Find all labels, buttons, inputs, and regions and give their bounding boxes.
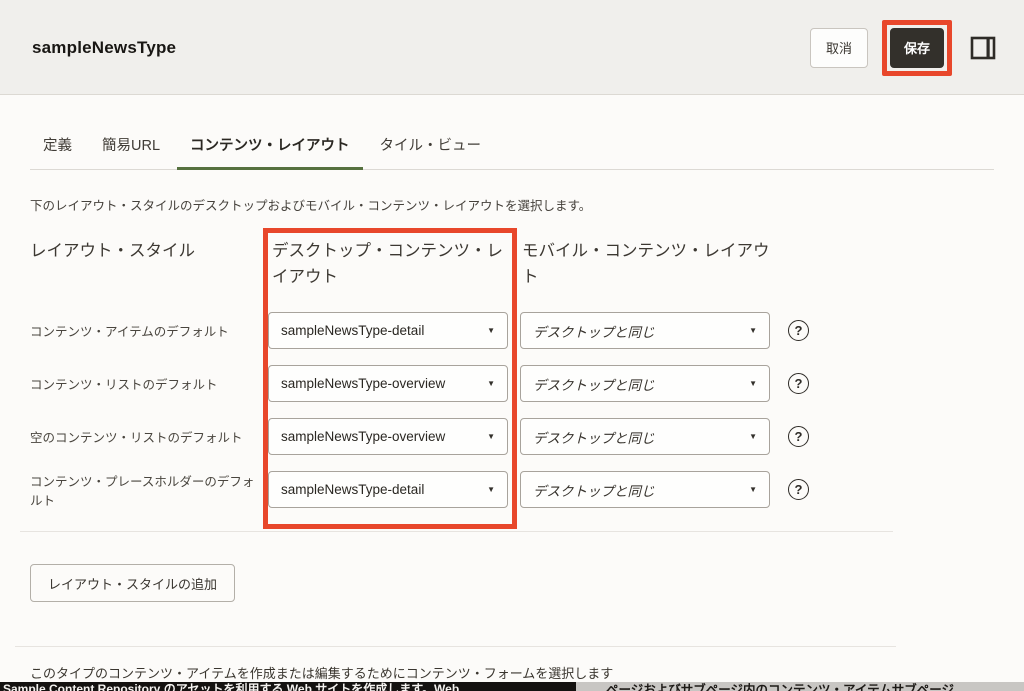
- annotation-box-save: 保存: [882, 20, 952, 76]
- app-header: sampleNewsType 取消 保存: [0, 0, 1024, 95]
- tab-definition[interactable]: 定義: [30, 134, 85, 169]
- column-header-desktop-layout: デスクトップ・コンテンツ・レイアウト: [272, 239, 506, 290]
- row-label-empty-content-list-default: 空のコンテンツ・リストのデフォルト: [30, 429, 262, 448]
- chevron-down-icon: ▼: [749, 432, 757, 441]
- chevron-down-icon: ▼: [487, 326, 495, 335]
- desktop-layout-select-content-placeholder[interactable]: sampleNewsType-detail ▼: [268, 471, 508, 508]
- tab-content-layout[interactable]: コンテンツ・レイアウト: [177, 134, 363, 169]
- row-label-content-list-default: コンテンツ・リストのデフォルト: [30, 376, 262, 395]
- page-title: sampleNewsType: [32, 38, 176, 58]
- selected-value: デスクトップと同じ: [533, 480, 655, 500]
- selected-value: sampleNewsType-overview: [281, 376, 445, 391]
- header-actions: 取消 保存: [810, 0, 996, 95]
- selected-value: sampleNewsType-detail: [281, 323, 424, 338]
- content-form-section-text: このタイプのコンテンツ・アイテムを作成または編集するためにコンテンツ・フォームを…: [30, 663, 613, 682]
- add-layout-style-button[interactable]: レイアウト・スタイルの追加: [30, 564, 235, 602]
- column-header-layout-style: レイアウト・スタイル: [30, 239, 255, 265]
- help-icon[interactable]: ?: [788, 426, 809, 447]
- chevron-down-icon: ▼: [487, 379, 495, 388]
- bottom-bar-right-text: ページおよびサブページ内のコンテンツ・アイテムサブページ: [576, 682, 1024, 691]
- chevron-down-icon: ▼: [487, 432, 495, 441]
- tab-tile-view[interactable]: タイル・ビュー: [367, 134, 495, 169]
- mobile-layout-select-empty-content-list[interactable]: デスクトップと同じ ▼: [520, 418, 770, 455]
- divider: [15, 646, 896, 647]
- selected-value: sampleNewsType-detail: [281, 482, 424, 497]
- desktop-layout-select-empty-content-list[interactable]: sampleNewsType-overview ▼: [268, 418, 508, 455]
- row-label-content-placeholder-default: コンテンツ・プレースホルダーのデフォルト: [30, 473, 262, 511]
- layout-section-description: 下のレイアウト・スタイルのデスクトップおよびモバイル・コンテンツ・レイアウトを選…: [30, 195, 591, 214]
- chevron-down-icon: ▼: [749, 485, 757, 494]
- row-label-content-item-default: コンテンツ・アイテムのデフォルト: [30, 323, 262, 342]
- desktop-layout-select-content-item[interactable]: sampleNewsType-detail ▼: [268, 312, 508, 349]
- tab-bar: 定義 簡易URL コンテンツ・レイアウト タイル・ビュー: [30, 127, 994, 170]
- selected-value: デスクトップと同じ: [533, 374, 655, 394]
- cancel-button[interactable]: 取消: [810, 28, 868, 68]
- desktop-layout-select-content-list[interactable]: sampleNewsType-overview ▼: [268, 365, 508, 402]
- bottom-overlay-bar: Sample Content Repository のアセットを利用する Web…: [0, 682, 1024, 691]
- divider: [20, 531, 893, 532]
- column-header-mobile-layout: モバイル・コンテンツ・レイアウト: [522, 239, 780, 290]
- help-icon[interactable]: ?: [788, 373, 809, 394]
- mobile-layout-select-content-placeholder[interactable]: デスクトップと同じ ▼: [520, 471, 770, 508]
- help-icon[interactable]: ?: [788, 320, 809, 341]
- bottom-bar-left-text: Sample Content Repository のアセットを利用する Web…: [0, 682, 576, 691]
- selected-value: デスクトップと同じ: [533, 427, 655, 447]
- chevron-down-icon: ▼: [487, 485, 495, 494]
- help-icon[interactable]: ?: [788, 479, 809, 500]
- selected-value: sampleNewsType-overview: [281, 429, 445, 444]
- mobile-layout-select-content-list[interactable]: デスクトップと同じ ▼: [520, 365, 770, 402]
- side-panel-icon[interactable]: [970, 36, 996, 60]
- chevron-down-icon: ▼: [749, 379, 757, 388]
- tab-friendly-url[interactable]: 簡易URL: [89, 134, 173, 169]
- save-button[interactable]: 保存: [890, 28, 944, 68]
- chevron-down-icon: ▼: [749, 326, 757, 335]
- selected-value: デスクトップと同じ: [533, 321, 655, 341]
- mobile-layout-select-content-item[interactable]: デスクトップと同じ ▼: [520, 312, 770, 349]
